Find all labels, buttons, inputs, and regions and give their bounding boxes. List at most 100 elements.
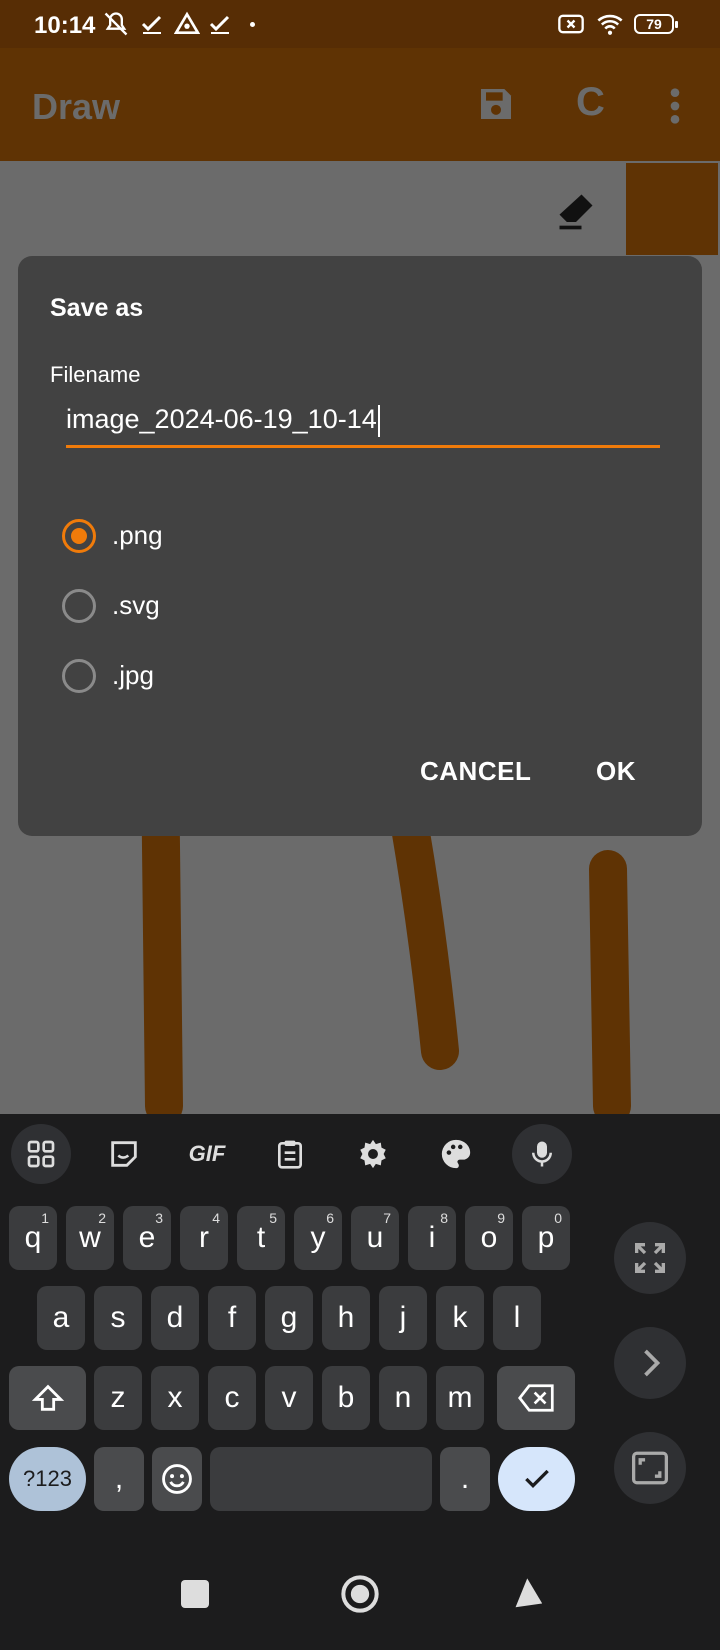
format-option-jpg[interactable]: .jpg <box>62 654 362 704</box>
key-hint: 5 <box>269 1210 277 1226</box>
key-hint: 4 <box>212 1210 220 1226</box>
format-option-label: .svg <box>112 590 160 620</box>
floating-keyboard-button[interactable] <box>614 1432 686 1504</box>
key-label: p <box>537 1221 555 1254</box>
key-r[interactable]: r4 <box>180 1206 228 1270</box>
symbols-key[interactable]: ?123 <box>9 1447 86 1511</box>
key-j[interactable]: j <box>379 1286 427 1350</box>
key-b[interactable]: b <box>322 1366 370 1430</box>
key-x[interactable]: x <box>151 1366 199 1430</box>
filename-label: Filename <box>50 362 141 387</box>
check-icon <box>208 10 232 43</box>
checkmark-icon <box>524 1469 549 1489</box>
text-cursor <box>377 404 380 437</box>
key-v[interactable]: v <box>265 1366 313 1430</box>
status-bar: 10:14 79 <box>0 0 720 48</box>
key-u[interactable]: u7 <box>351 1206 399 1270</box>
format-option-label: .jpg <box>112 660 154 690</box>
space-key[interactable] <box>210 1447 432 1511</box>
recents-square-icon[interactable] <box>181 1580 209 1608</box>
key-label: t <box>256 1221 266 1254</box>
key-i[interactable]: i8 <box>408 1206 456 1270</box>
key-c[interactable]: c <box>208 1366 256 1430</box>
clear-button[interactable]: C <box>576 80 605 125</box>
more-options-icon[interactable] <box>666 86 684 131</box>
shift-key[interactable] <box>9 1366 86 1430</box>
key-label: w <box>79 1221 101 1254</box>
key-m[interactable]: m <box>436 1366 484 1430</box>
key-t[interactable]: t5 <box>237 1206 285 1270</box>
key-label: y <box>310 1221 326 1254</box>
expand-keyboard-button[interactable] <box>614 1222 686 1294</box>
key-o[interactable]: o9 <box>465 1206 513 1270</box>
key-w[interactable]: w2 <box>66 1206 114 1270</box>
apps-grid-icon[interactable] <box>11 1124 71 1184</box>
key-hint: 7 <box>383 1210 391 1226</box>
key-y[interactable]: y6 <box>294 1206 342 1270</box>
key-g[interactable]: g <box>265 1286 313 1350</box>
theme-palette-icon[interactable] <box>426 1124 486 1184</box>
save-icon[interactable] <box>476 84 516 129</box>
wifi-icon <box>594 10 626 43</box>
color-swatch-button[interactable] <box>626 163 718 255</box>
key-hint: 3 <box>155 1210 163 1226</box>
sticker-icon[interactable] <box>94 1124 154 1184</box>
save-as-dialog: Save as Filename image_2024-06-19_10-14 … <box>18 256 702 836</box>
home-circle-icon[interactable] <box>340 1574 380 1619</box>
format-option-label: .png <box>112 520 163 550</box>
period-key[interactable]: . <box>440 1447 490 1511</box>
key-l[interactable]: l <box>493 1286 541 1350</box>
key-k[interactable]: k <box>436 1286 484 1350</box>
key-hint: 1 <box>41 1210 49 1226</box>
key-n[interactable]: n <box>379 1366 427 1430</box>
app-bar: Draw C <box>0 48 720 161</box>
key-p[interactable]: p0 <box>522 1206 570 1270</box>
navigation-bar <box>0 1560 720 1650</box>
gif-button[interactable]: GIF <box>177 1124 237 1184</box>
key-h[interactable]: h <box>322 1286 370 1350</box>
radio-selected-icon <box>62 519 96 553</box>
back-triangle-icon[interactable] <box>508 1576 543 1615</box>
cancel-button[interactable]: CANCEL <box>420 756 531 787</box>
filename-input[interactable]: image_2024-06-19_10-14 <box>66 404 660 448</box>
format-option-png[interactable]: .png <box>62 514 362 564</box>
clipboard-icon[interactable] <box>260 1124 320 1184</box>
key-label: r <box>199 1221 209 1254</box>
enter-done-key[interactable] <box>498 1447 575 1511</box>
battery-indicator: 79 <box>634 14 678 34</box>
next-arrow-button[interactable] <box>614 1327 686 1399</box>
emoji-key[interactable] <box>152 1447 202 1511</box>
app-title: Draw <box>32 86 121 127</box>
microphone-icon[interactable] <box>512 1124 572 1184</box>
format-option-svg[interactable]: .svg <box>62 584 362 634</box>
resize-frame-icon <box>632 1451 668 1485</box>
ok-button[interactable]: OK <box>596 756 636 787</box>
key-hint: 0 <box>554 1210 562 1226</box>
key-d[interactable]: d <box>151 1286 199 1350</box>
key-label: o <box>480 1221 498 1254</box>
key-q[interactable]: q1 <box>9 1206 57 1270</box>
key-s[interactable]: s <box>94 1286 142 1350</box>
backspace-key[interactable] <box>497 1366 575 1430</box>
key-e[interactable]: e3 <box>123 1206 171 1270</box>
notification-muted-icon <box>102 10 130 43</box>
key-z[interactable]: z <box>94 1366 142 1430</box>
dialog-title: Save as <box>50 294 144 322</box>
comma-key[interactable]: , <box>94 1447 144 1511</box>
key-hint: 2 <box>98 1210 106 1226</box>
key-label: u <box>366 1221 384 1254</box>
no-sim-icon <box>556 10 586 43</box>
expand-arrows-icon <box>635 1243 665 1273</box>
key-a[interactable]: a <box>37 1286 85 1350</box>
radio-unselected-icon <box>62 589 96 623</box>
backspace-icon <box>517 1384 554 1412</box>
filename-value: image_2024-06-19_10-14 <box>66 404 377 434</box>
key-f[interactable]: f <box>208 1286 256 1350</box>
shift-icon <box>31 1384 64 1411</box>
settings-gear-icon[interactable] <box>343 1124 403 1184</box>
status-time: 10:14 <box>34 12 96 39</box>
triangle-app-icon <box>173 10 201 43</box>
chevron-right-icon <box>644 1349 661 1377</box>
key-hint: 8 <box>440 1210 448 1226</box>
eraser-icon[interactable] <box>554 189 598 238</box>
